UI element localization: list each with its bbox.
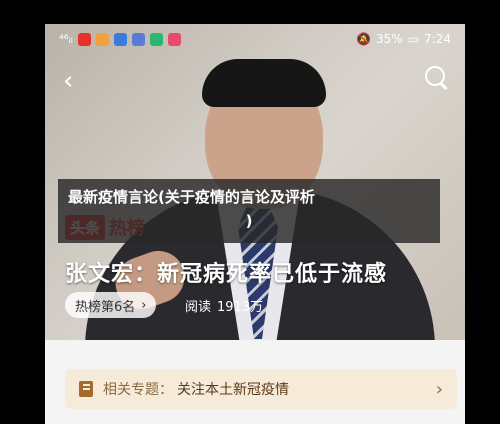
mute-icon: 🔕	[356, 32, 372, 46]
status-bar: ⁴⁶ᵢₗ 🔕 35% ▭ 7:24	[45, 24, 465, 54]
app-icon	[113, 32, 127, 46]
app-icon	[131, 32, 145, 46]
related-topic-card[interactable]: 相关专题： 关注本土新冠疫情 ›	[65, 369, 457, 409]
article-headline[interactable]: 张文宏：新冠病死率已低于流感	[65, 256, 387, 288]
topic-label: 相关专题：	[103, 382, 173, 398]
read-count: 1913万	[217, 299, 264, 315]
book-icon	[79, 381, 93, 397]
top-bar: ‹	[45, 62, 465, 102]
clock: 7:24	[424, 32, 451, 46]
network-signal: ⁴⁶ᵢₗ	[59, 32, 73, 46]
chevron-right-icon: ›	[141, 297, 147, 313]
chevron-right-icon: ›	[435, 378, 443, 400]
app-icon	[149, 32, 163, 46]
app-icon	[77, 32, 91, 46]
topic-name: 关注本土新冠疫情	[177, 382, 289, 398]
back-icon[interactable]: ‹	[63, 68, 73, 94]
battery-percent: 35%	[376, 32, 403, 46]
app-icon	[95, 32, 109, 46]
search-icon[interactable]	[425, 66, 448, 90]
hot-rank-pill[interactable]: 热榜第6名 ›	[65, 292, 157, 318]
battery-icon: ▭	[407, 32, 420, 46]
read-stats: 阅读 1913万	[185, 292, 263, 318]
rank-text: 热榜第6名	[75, 299, 136, 315]
caption-line2: )	[245, 212, 253, 230]
app-icon	[167, 32, 181, 46]
caption-overlay: 最新疫情言论(关于疫情的言论及评析 )	[58, 179, 440, 243]
read-label: 阅读	[185, 299, 212, 315]
caption-line1: 最新疫情言论(关于疫情的言论及评析	[68, 188, 315, 206]
